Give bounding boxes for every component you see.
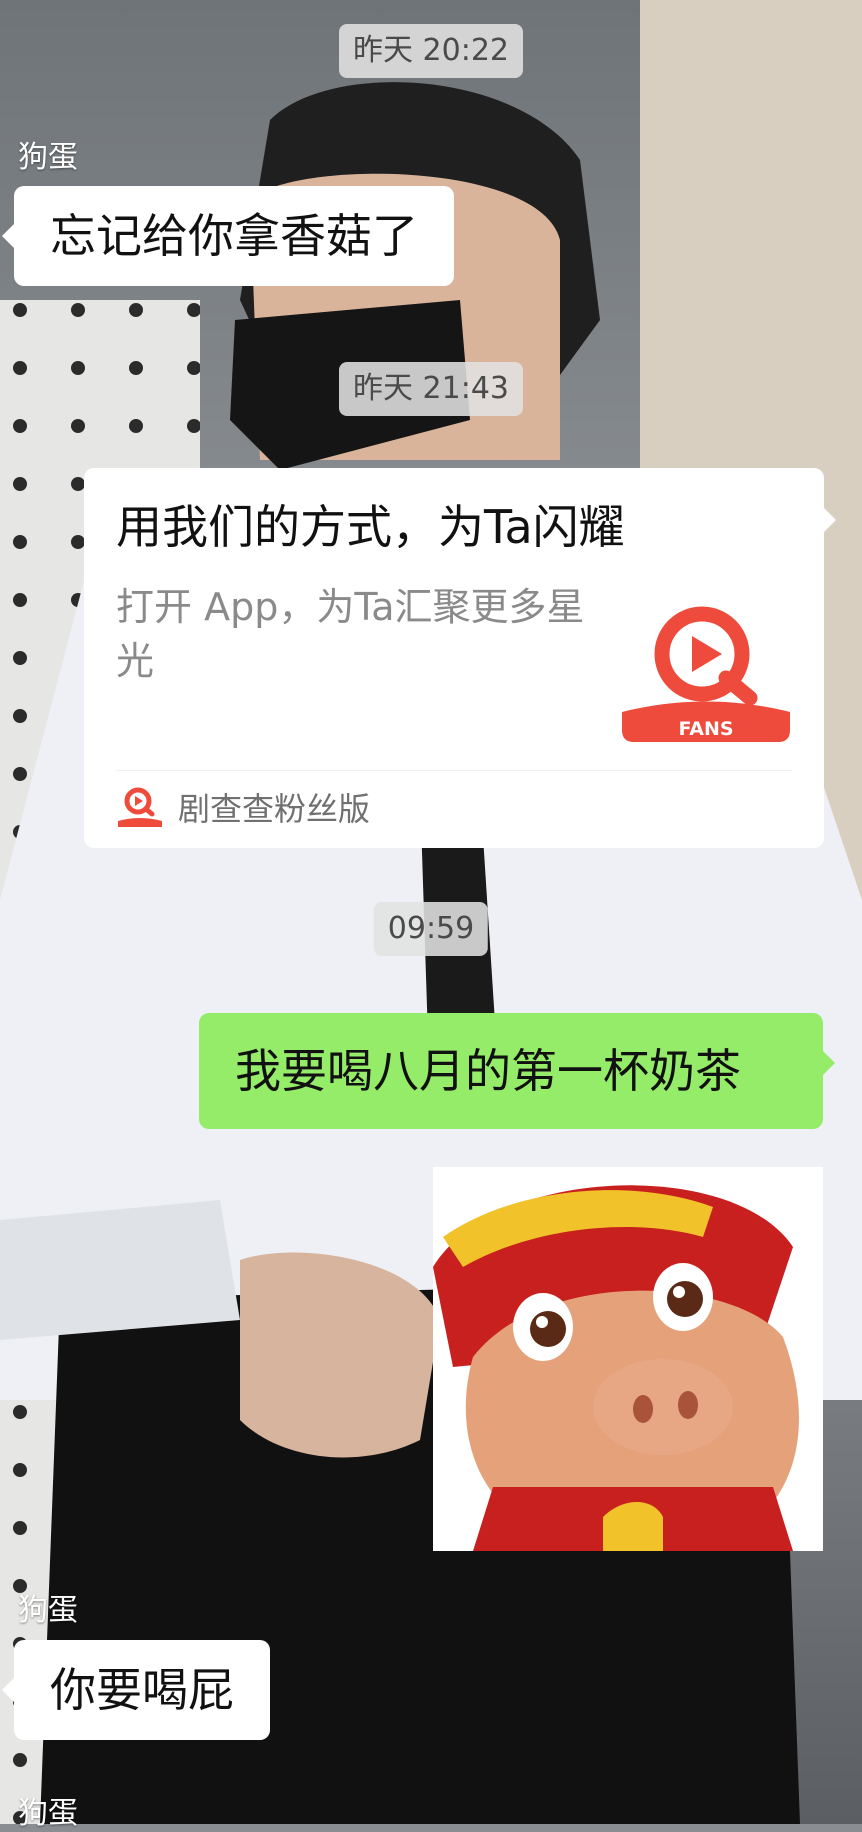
message-bubble-right[interactable]: 我要喝八月的第一杯奶茶 (199, 1013, 835, 1129)
sender-name: 狗蛋 (18, 140, 78, 175)
card-description: 打开 App，为Ta汇聚更多星光 (116, 585, 585, 683)
card-divider (116, 770, 792, 771)
timestamp: 昨天 21:43 (339, 362, 523, 416)
card-source-name: 剧查查粉丝版 (178, 790, 371, 828)
timestamp: 昨天 20:22 (339, 24, 523, 78)
card-source: 剧查查粉丝版 (116, 782, 370, 832)
sender-name: 狗蛋 (18, 1796, 78, 1831)
timestamp: 09:59 (373, 902, 489, 956)
sender-name: 狗蛋 (18, 1593, 78, 1628)
card-title: 用我们的方式，为Ta闪耀 (116, 500, 625, 554)
cartoon-pig-sticker[interactable] (433, 1167, 823, 1551)
fans-play-logo-icon: FANS (618, 598, 794, 748)
fans-logo-text: FANS (678, 718, 733, 740)
message-bubble-left[interactable]: 你要喝屁 (2, 1640, 270, 1740)
app-logo-icon (118, 787, 162, 827)
link-card[interactable]: 用我们的方式，为Ta闪耀 打开 App，为Ta汇聚更多星光 FANS 剧查查粉丝… (84, 468, 836, 848)
message-bubble-left[interactable]: 忘记给你拿香菇了 (2, 186, 454, 286)
